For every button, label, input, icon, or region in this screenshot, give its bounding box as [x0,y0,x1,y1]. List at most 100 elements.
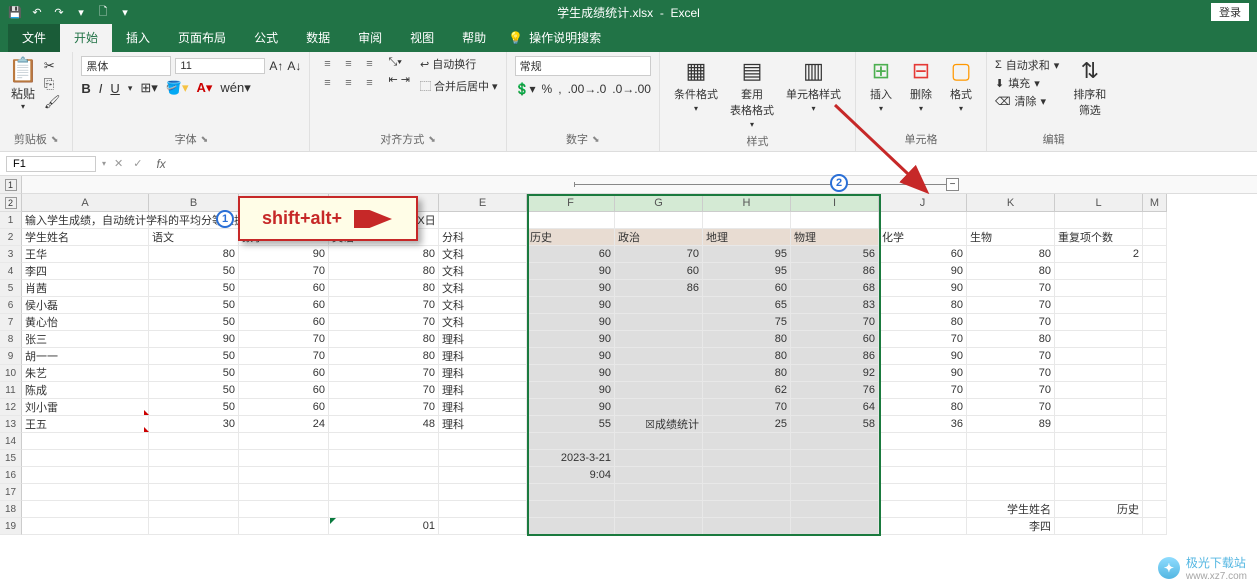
row-header[interactable]: 19 [0,518,22,535]
row-header[interactable]: 8 [0,331,22,348]
cell[interactable]: 50 [149,263,239,280]
cell[interactable] [149,433,239,450]
number-format-select[interactable]: 常规 [515,56,651,76]
cell[interactable]: 01 [329,518,439,535]
cell[interactable] [1055,331,1143,348]
phonetic-button[interactable]: wén▾ [220,80,250,96]
cell[interactable]: 历史 [527,229,615,246]
cell[interactable] [615,212,703,229]
cell[interactable] [791,467,879,484]
cell[interactable]: 56 [791,246,879,263]
merge-center-button[interactable]: ⬚ 合并后居中 ▾ [420,78,498,94]
cell[interactable] [967,450,1055,467]
row-header[interactable]: 3 [0,246,22,263]
cell[interactable] [1055,484,1143,501]
cell[interactable]: 80 [329,263,439,280]
name-box[interactable] [6,156,96,172]
cell[interactable] [1055,314,1143,331]
cell[interactable] [967,212,1055,229]
delete-cells-button[interactable]: ⊟删除▾ [904,56,938,115]
outline-collapse-button[interactable]: − [946,178,959,191]
cell[interactable] [1143,484,1167,501]
cell[interactable]: 50 [149,382,239,399]
cell[interactable]: 64 [791,399,879,416]
cell[interactable]: 95 [703,246,791,263]
cell[interactable]: 36 [879,416,967,433]
align-right-icon[interactable]: ≡ [360,75,378,91]
cell[interactable] [149,450,239,467]
cell[interactable] [615,297,703,314]
row-header[interactable]: 13 [0,416,22,433]
align-launcher-icon[interactable]: ⬊ [428,134,436,145]
row-header[interactable]: 1 [0,212,22,229]
cell[interactable]: 70 [967,280,1055,297]
cell[interactable] [1143,297,1167,314]
format-cells-button[interactable]: ▢格式▾ [944,56,978,115]
tab-view[interactable]: 视图 [396,23,448,52]
fill-button[interactable]: ⬇填充 ▾ [995,74,1059,92]
cell[interactable]: 95 [703,263,791,280]
cell[interactable]: 理科 [439,331,527,348]
cell[interactable]: 60 [239,297,329,314]
cell[interactable]: 学生姓名 [22,229,149,246]
cell[interactable] [439,450,527,467]
cell[interactable] [1055,280,1143,297]
cell[interactable] [239,433,329,450]
formula-input[interactable] [172,154,1257,173]
cell[interactable]: 70 [329,297,439,314]
cell[interactable] [615,314,703,331]
cell[interactable] [1055,365,1143,382]
cell[interactable]: 70 [239,263,329,280]
cell[interactable] [615,433,703,450]
cell[interactable]: 理科 [439,382,527,399]
cell[interactable]: 60 [239,399,329,416]
cell[interactable] [1143,450,1167,467]
cell[interactable] [439,433,527,450]
cell[interactable]: 70 [329,314,439,331]
cell[interactable]: 90 [879,280,967,297]
cell[interactable] [149,501,239,518]
cell[interactable] [149,467,239,484]
border-button[interactable]: ⊞▾ [140,80,157,96]
cell[interactable]: 70 [967,382,1055,399]
cell[interactable]: 文科 [439,246,527,263]
confirm-formula-icon[interactable]: ✓ [133,157,142,170]
cell[interactable] [1055,467,1143,484]
cell[interactable]: 80 [329,348,439,365]
column-header[interactable]: L [1055,194,1143,212]
orientation-button[interactable]: ⤡▾ [388,56,410,69]
indent-increase-icon[interactable]: ⇥ [401,74,410,86]
cell[interactable] [1055,263,1143,280]
cell[interactable]: 80 [967,246,1055,263]
cell[interactable] [791,433,879,450]
cell[interactable] [791,501,879,518]
qat-customize-icon[interactable]: ▾ [118,5,132,19]
font-launcher-icon[interactable]: ⬊ [201,134,209,145]
cell[interactable]: 80 [879,314,967,331]
cell[interactable] [329,450,439,467]
cell[interactable] [791,484,879,501]
cell[interactable]: 89 [967,416,1055,433]
cell[interactable]: 60 [879,246,967,263]
tab-help[interactable]: 帮助 [448,23,500,52]
cell[interactable] [615,501,703,518]
cell[interactable] [703,501,791,518]
align-middle-icon[interactable]: ≡ [339,56,357,72]
cell[interactable]: 80 [879,297,967,314]
comma-format-icon[interactable]: , [558,82,561,96]
cell[interactable]: 60 [239,365,329,382]
cell[interactable] [149,518,239,535]
cell[interactable] [22,450,149,467]
cell[interactable]: 68 [791,280,879,297]
cell[interactable]: 黄心怡 [22,314,149,331]
cell[interactable] [329,433,439,450]
cell[interactable]: 70 [239,331,329,348]
cell[interactable]: 86 [615,280,703,297]
fx-icon[interactable]: fx [150,157,171,171]
font-color-button[interactable]: A▾ [196,80,212,96]
cell[interactable] [879,212,967,229]
cell[interactable]: 90 [527,382,615,399]
cell[interactable]: 90 [527,399,615,416]
save-icon[interactable]: 💾 [8,5,22,19]
cell[interactable] [239,518,329,535]
